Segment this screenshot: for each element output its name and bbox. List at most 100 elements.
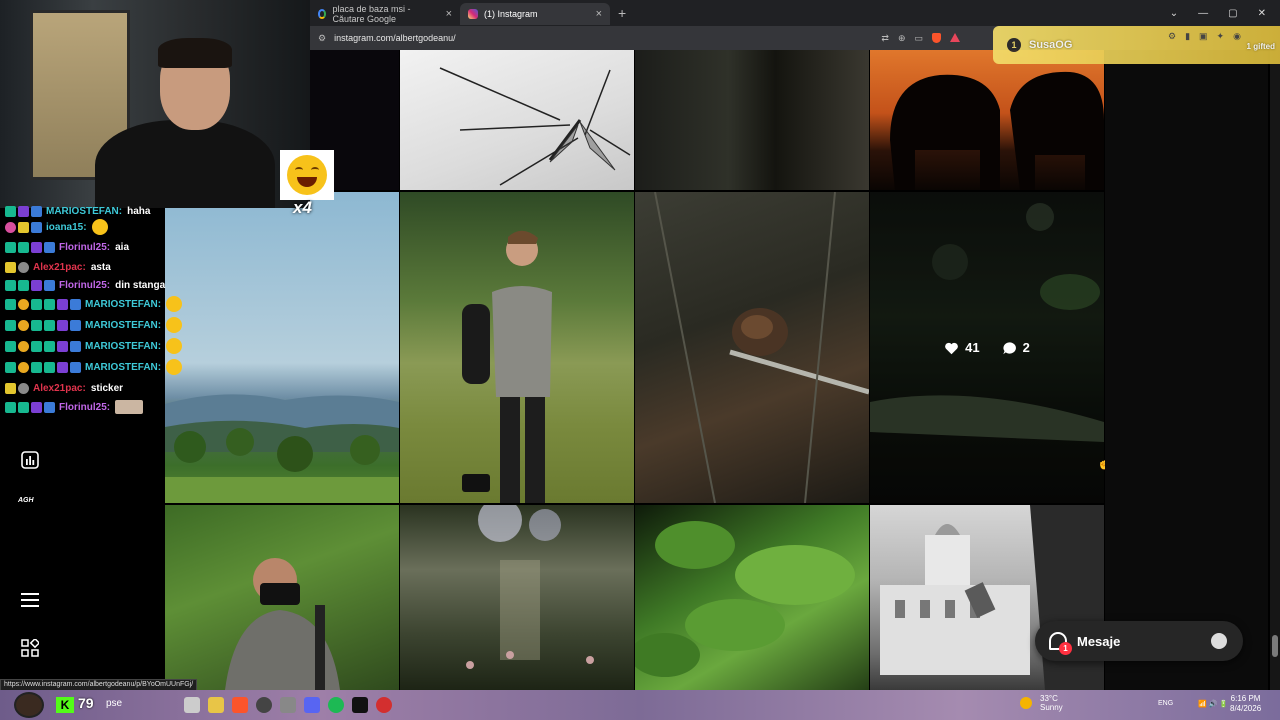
stream-chat: MARIOSTEFAN: haha ioana15: Florinul25: a…: [0, 205, 215, 414]
chat-username[interactable]: Alex21pac:: [33, 262, 86, 273]
weather-widget[interactable]: 33°C Sunny: [1020, 694, 1063, 712]
post-tile-building[interactable]: [870, 505, 1104, 690]
scrollbar-thumb[interactable]: [1272, 635, 1278, 657]
messenger-icon: 1: [1049, 632, 1072, 655]
post-hover-overlay[interactable]: 41 2: [870, 192, 1104, 503]
close-tab-icon[interactable]: ×: [596, 8, 602, 20]
capcut-icon[interactable]: [352, 697, 368, 713]
clock-time: 6:16 PM: [1230, 694, 1261, 703]
post-tile-tree[interactable]: [635, 50, 869, 190]
site-settings-icon[interactable]: ⚙: [318, 33, 326, 44]
emote-multiplier: x4: [293, 198, 312, 217]
translate-icon[interactable]: ⇄: [881, 33, 889, 44]
post-tile-bokeh[interactable]: [400, 505, 634, 690]
chat-username[interactable]: MARIOSTEFAN:: [85, 341, 161, 352]
menu-glyph: [21, 593, 39, 607]
grid-glyph: [21, 639, 39, 657]
brave-rewards-icon[interactable]: [950, 32, 960, 42]
chevron-down-icon[interactable]: ⌄: [1170, 8, 1178, 19]
post-tile-photographer[interactable]: [165, 505, 399, 690]
messages-button[interactable]: 1 Mesaje: [1035, 621, 1243, 661]
start-icon[interactable]: [184, 697, 200, 713]
spotify-icon[interactable]: [328, 697, 344, 713]
browser-toolbar-icons: ⚙ ▮ ▣ ✦ ◉: [1168, 31, 1241, 42]
google-icon: [318, 9, 327, 19]
gifter-badge-icon: [57, 298, 68, 310]
cast-icon[interactable]: ▭: [914, 33, 923, 44]
chat-username[interactable]: Florinul25:: [59, 402, 110, 413]
chat-text: din stanga: [115, 279, 166, 291]
gift-badge-icon: [44, 361, 55, 373]
zoom-icon[interactable]: ⊕: [898, 33, 906, 44]
gift-badge-icon: [44, 298, 55, 310]
verified-badge-icon: [70, 319, 81, 331]
snail-illustration: [654, 192, 869, 503]
subscriber-badge-icon: [18, 279, 29, 291]
close-window-icon[interactable]: ✕: [1258, 8, 1266, 19]
chat-message: Alex21pac: asta: [5, 258, 111, 276]
laughing-emote-icon: [166, 317, 183, 333]
post-tile-snail[interactable]: [635, 192, 869, 503]
chat-message: Florinul25: aia: [5, 238, 129, 256]
menu-icon[interactable]: [18, 588, 42, 612]
file-explorer-icon[interactable]: [208, 697, 224, 713]
gift-label: 1 gifted: [1246, 42, 1275, 51]
chat-username[interactable]: MARIOSTEFAN:: [85, 320, 161, 331]
grid-icon[interactable]: [18, 636, 42, 660]
chat-message: MARIOSTEFAN:: [5, 337, 183, 355]
tab-google-search[interactable]: placa de baza msi - Căutare Google ×: [310, 3, 460, 25]
wallet-icon[interactable]: ▣: [1199, 31, 1208, 42]
verified-badge-icon: [70, 361, 81, 373]
discord-icon[interactable]: [304, 697, 320, 713]
post-tile-leaves[interactable]: [635, 505, 869, 690]
leaves-illustration: [635, 521, 855, 677]
app-icon[interactable]: [376, 697, 392, 713]
maximize-icon[interactable]: ▢: [1228, 8, 1237, 19]
building-illustration: [880, 505, 1104, 690]
gift-badge-icon: [44, 319, 55, 331]
sidebar-icon[interactable]: ▮: [1185, 31, 1190, 42]
new-tab-icon[interactable]: +: [618, 5, 626, 21]
subscriber-badge-icon: [18, 241, 29, 253]
laughing-emote-icon: [91, 219, 108, 235]
viewer-label: pse: [106, 698, 123, 709]
post-tile-portrait[interactable]: [400, 192, 634, 503]
address-bar-actions: ⇄ ⊕ ▭: [881, 32, 960, 44]
chat-username[interactable]: MARIOSTEFAN:: [46, 206, 122, 217]
language-indicator[interactable]: ENG: [1158, 700, 1173, 707]
taskbar-clock[interactable]: 6:16 PM 8/4/2026: [1230, 694, 1261, 714]
stats-icon[interactable]: [18, 448, 42, 472]
post-tile-elephants[interactable]: [870, 50, 1104, 190]
settings-icon[interactable]: [280, 697, 296, 713]
page-scrollbar[interactable]: [1270, 50, 1280, 690]
chat-username[interactable]: Florinul25:: [59, 242, 110, 253]
vip-badge-icon: [18, 221, 29, 233]
quick-settings-icon[interactable]: 📶 🔊 🔋: [1198, 700, 1228, 708]
gifter-badge-icon: [31, 401, 42, 413]
profile-icon[interactable]: ◉: [1233, 31, 1241, 42]
brave-shields-icon[interactable]: [932, 32, 941, 43]
insect-illustration: [439, 67, 631, 186]
post-tile-insect[interactable]: [400, 50, 634, 190]
subscriber-badge-icon: [31, 340, 42, 352]
chat-text: sticker: [90, 382, 124, 394]
close-tab-icon[interactable]: ×: [446, 8, 452, 20]
chat-username[interactable]: MARIOSTEFAN:: [85, 299, 161, 310]
chat-username[interactable]: Alex21pac:: [33, 383, 86, 394]
streamer-hair: [158, 38, 232, 68]
chat-username[interactable]: MARIOSTEFAN:: [85, 362, 161, 373]
extensions-icon[interactable]: ⚙: [1168, 31, 1176, 42]
chat-username[interactable]: ioana15:: [46, 222, 87, 233]
brave-browser-icon[interactable]: [232, 697, 248, 713]
minimize-icon[interactable]: —: [1198, 8, 1208, 19]
tab-label: placa de baza msi - Căutare Google: [332, 4, 411, 24]
leo-icon[interactable]: ✦: [1217, 31, 1225, 42]
tab-instagram[interactable]: (1) Instagram ×: [460, 3, 610, 25]
obs-icon[interactable]: [256, 697, 272, 713]
tab-label: (1) Instagram: [484, 9, 538, 19]
vip-badge-icon: [5, 261, 16, 273]
chat-message: MARIOSTEFAN:: [5, 316, 183, 334]
url-field[interactable]: instagram.com/albertgodeanu/: [334, 33, 456, 43]
chat-username[interactable]: Florinul25:: [59, 280, 110, 291]
bokeh-illustration: [466, 505, 594, 669]
